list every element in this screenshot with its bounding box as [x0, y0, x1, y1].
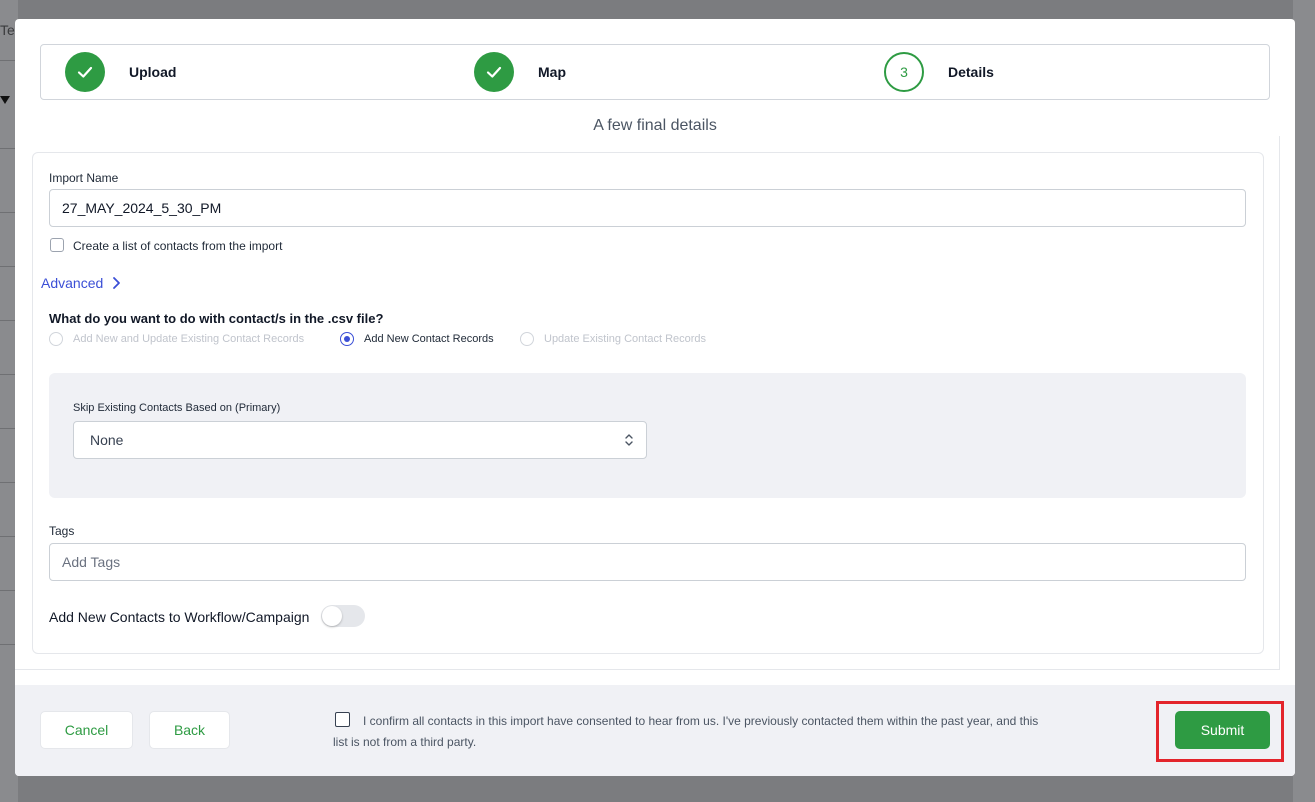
- step-upload-label: Upload: [129, 64, 177, 80]
- consent-text-content: I confirm all contacts in this import ha…: [333, 714, 1039, 749]
- workflow-toggle-label: Add New Contacts to Workflow/Campaign: [49, 609, 310, 625]
- skip-existing-panel: Skip Existing Contacts Based on (Primary…: [49, 373, 1246, 498]
- back-button[interactable]: Back: [149, 711, 230, 749]
- submit-highlight-box: [1156, 701, 1284, 762]
- step-map: Map: [474, 45, 566, 99]
- check-icon: [486, 66, 502, 78]
- skip-existing-value: None: [90, 432, 124, 448]
- import-stepper: Upload Map 3 Details: [40, 44, 1270, 100]
- step-details-number: 3: [884, 52, 924, 92]
- consent-text: I confirm all contacts in this import ha…: [333, 711, 1053, 753]
- option-add-and-update-label: Add New and Update Existing Contact Reco…: [73, 333, 305, 345]
- modal-footer: Cancel Back I confirm all contacts in th…: [15, 685, 1295, 776]
- option-update-existing-label: Update Existing Contact Records: [544, 333, 707, 345]
- option-add-new-radio[interactable]: [340, 332, 354, 346]
- check-icon: [77, 66, 93, 78]
- import-name-input[interactable]: 27_MAY_2024_5_30_PM: [49, 189, 1246, 227]
- option-add-and-update-radio[interactable]: [49, 332, 63, 346]
- background-app-right: [1293, 0, 1315, 802]
- option-add-new-label: Add New Contact Records: [364, 333, 494, 345]
- step-upload-check: [65, 52, 105, 92]
- step-details: 3 Details: [884, 45, 994, 99]
- step-upload: Upload: [65, 45, 176, 99]
- create-list-checkbox[interactable]: [50, 238, 64, 252]
- workflow-toggle[interactable]: [321, 605, 365, 627]
- workflow-toggle-knob: [322, 606, 342, 626]
- advanced-label: Advanced: [41, 275, 104, 291]
- select-chevrons-icon: [625, 434, 633, 446]
- step-map-check: [474, 52, 514, 92]
- import-mode-question: What do you want to do with contact/s in…: [49, 311, 384, 326]
- background-filter-icon: [0, 96, 10, 104]
- skip-existing-select[interactable]: None: [73, 421, 647, 459]
- details-form-card: Import Name 27_MAY_2024_5_30_PM Create a…: [32, 152, 1264, 654]
- option-update-existing-radio[interactable]: [520, 332, 534, 346]
- chevron-right-icon: [113, 277, 121, 289]
- step-details-label: Details: [948, 64, 994, 80]
- page-subtitle: A few final details: [593, 117, 717, 134]
- skip-existing-label: Skip Existing Contacts Based on (Primary…: [73, 402, 281, 414]
- tags-label: Tags: [49, 524, 75, 538]
- scroll-divider: [1279, 136, 1280, 669]
- import-modal: Upload Map 3 Details A few final details…: [15, 19, 1295, 776]
- import-name-label: Import Name: [49, 171, 119, 185]
- create-list-label: Create a list of contacts from the impor…: [73, 239, 283, 253]
- cancel-button[interactable]: Cancel: [40, 711, 133, 749]
- step-map-label: Map: [538, 64, 566, 80]
- advanced-toggle[interactable]: Advanced: [41, 275, 123, 291]
- content-divider: [15, 669, 1280, 670]
- tags-input[interactable]: Add Tags: [49, 543, 1246, 581]
